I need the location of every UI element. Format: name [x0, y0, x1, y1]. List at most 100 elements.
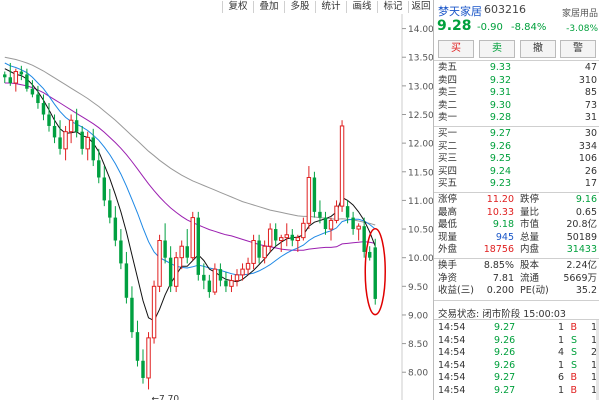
ask-volume: 31 — [584, 112, 597, 124]
candle-body — [190, 217, 195, 259]
statistics-button[interactable]: 统计 — [315, 1, 346, 13]
ma-short-line — [4, 68, 376, 322]
stat-label: 量比 — [520, 206, 540, 218]
y-tick-label: 11.50 — [408, 168, 433, 178]
trade-direction: B — [570, 322, 577, 333]
candle-body — [19, 71, 24, 75]
candle-body — [334, 205, 339, 221]
ask-label: 卖三 — [438, 87, 458, 99]
kline-chart-svg: 14.00 13.50 13.00 12.50 12.00 11.50 11.00 10.50… — [3, 14, 433, 400]
trade-time: 14:54 — [438, 334, 466, 346]
last-price: 9.28 — [437, 18, 472, 34]
candle-body — [323, 217, 328, 230]
candle-body — [41, 103, 46, 115]
candle-body — [279, 237, 284, 242]
candle-body — [245, 262, 251, 270]
bid-row[interactable]: 买四 9.24 26 — [434, 166, 599, 179]
candle-body — [345, 206, 350, 218]
back-button[interactable]: 返回 — [408, 1, 433, 13]
stat-label: 市值 — [520, 219, 540, 230]
candle-body — [135, 332, 140, 361]
candle-body — [157, 240, 162, 287]
mark-button[interactable]: 标记 — [377, 1, 408, 13]
trade-price: 9.27 — [494, 372, 516, 383]
industry-name[interactable]: 家居用品 — [562, 6, 598, 19]
trade-direction: S — [570, 334, 577, 346]
stat-row: 净资 7.81 流通 5669万 — [434, 273, 599, 286]
candle-body — [119, 240, 123, 264]
candle-body — [367, 251, 372, 258]
trade-volume: 1 — [557, 384, 564, 396]
candle-body — [196, 217, 201, 275]
bid-price: 9.24 — [489, 165, 511, 177]
candle-body — [362, 226, 366, 252]
y-tick-label: 8.50 — [408, 340, 428, 350]
divider — [434, 258, 599, 259]
ask-row[interactable]: 卖二 9.30 73 — [434, 100, 599, 113]
candle-body — [113, 217, 118, 241]
stat-value: 8.85% — [483, 260, 514, 271]
candle-body — [284, 234, 289, 239]
stat-value: 18756 — [483, 244, 514, 255]
stat-label: 涨停 — [438, 194, 458, 205]
divider — [434, 300, 599, 301]
candle-body — [36, 94, 40, 104]
stock-name[interactable]: 梦天家居 — [438, 3, 482, 19]
candle-body — [212, 268, 218, 293]
trade-row: 14:54 9.27 1 B 1 — [434, 385, 599, 398]
candle-body — [91, 137, 95, 161]
candle-body — [173, 257, 179, 287]
bid-label: 买一 — [438, 128, 458, 139]
bid-label: 买三 — [438, 153, 458, 165]
buy-button[interactable]: 买 — [438, 40, 474, 58]
stat-label: 最低 — [438, 219, 458, 230]
bid-row[interactable]: 买三 9.25 106 — [434, 153, 599, 166]
bid-row[interactable]: 买二 9.26 334 — [434, 141, 599, 154]
stat-row: 涨停 11.20 跌停 9.16 — [434, 194, 599, 207]
candle-body — [218, 269, 223, 281]
stat-value: 0.65 — [575, 206, 597, 218]
candle-body — [262, 245, 267, 259]
price-change: -0.90 — [477, 22, 503, 33]
bid-row[interactable]: 买一 9.27 30 — [434, 128, 599, 141]
ask-label: 卖一 — [438, 112, 458, 124]
multi-stock-button[interactable]: 多股 — [284, 1, 315, 13]
y-tick-label: 10.00 — [408, 254, 433, 264]
overlay-button[interactable]: 叠加 — [253, 1, 284, 13]
candle-body — [257, 240, 261, 258]
divider — [434, 126, 599, 127]
sell-button[interactable]: 卖 — [479, 40, 515, 58]
stat-value: 5669万 — [563, 272, 597, 284]
divider — [434, 319, 599, 320]
ask-row[interactable]: 卖四 9.32 310 — [434, 75, 599, 88]
y-tick-label: 9.50 — [408, 283, 428, 293]
candle-body — [351, 217, 355, 230]
stat-row: 收益(三) 0.200 PE(动) 35.2 — [434, 285, 599, 298]
ask-row[interactable]: 卖三 9.31 85 — [434, 87, 599, 100]
bid-volume: 334 — [578, 140, 597, 152]
candle-body — [240, 268, 245, 276]
trade-direction: S — [570, 359, 577, 371]
candle-body — [373, 247, 377, 299]
y-tick-label: 14.00 — [408, 25, 433, 35]
trade-price: 9.27 — [494, 322, 516, 333]
candle-body — [301, 222, 306, 239]
draw-line-button[interactable]: 画线 — [346, 1, 377, 13]
ask-row[interactable]: 卖五 9.33 47 — [434, 62, 599, 75]
alert-button[interactable]: 警 — [560, 40, 596, 58]
candle-body — [130, 297, 134, 333]
candle-body — [339, 125, 345, 207]
cancel-order-button[interactable]: 撤 — [520, 40, 556, 58]
stat-label: 现量 — [438, 231, 458, 243]
trade-volume: 1 — [557, 322, 564, 333]
adjust-button[interactable]: 复权 — [222, 1, 253, 13]
trade-direction: S — [570, 347, 577, 358]
kline-chart[interactable]: 14.00 13.50 13.00 12.50 12.00 11.50 11.00 10.50… — [0, 14, 433, 400]
y-tick-label: 8.00 — [408, 369, 428, 379]
bid-row[interactable]: 买五 9.23 17 — [434, 178, 599, 191]
chart-toolbar: 复权 叠加 多股 统计 画线 标记 返回 — [0, 0, 433, 14]
ask-row[interactable]: 卖一 9.28 31 — [434, 112, 599, 125]
trade-volume: 1 — [557, 359, 564, 371]
candle-body — [207, 280, 212, 293]
divider — [434, 60, 599, 61]
